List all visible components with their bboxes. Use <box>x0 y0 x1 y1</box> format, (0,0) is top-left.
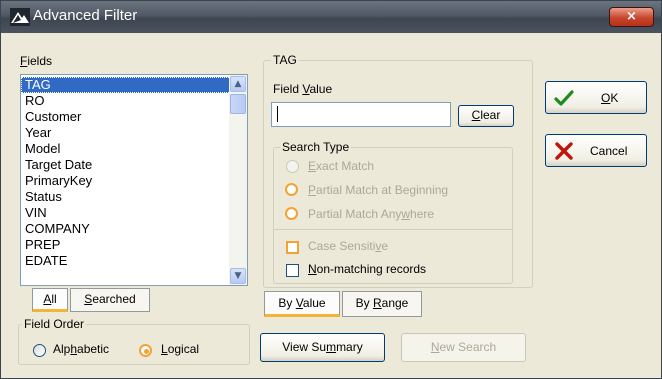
fields-label-text: ields <box>27 54 53 68</box>
exact-match-radio[interactable] <box>286 160 299 173</box>
fields-listbox[interactable]: TAG RO Customer Year Model Target Date Primary… <box>20 74 248 286</box>
partial-begin-post: artial Match at Beginning <box>316 183 449 197</box>
ok-post: K <box>610 91 619 105</box>
advanced-filter-window: Advanced Filter × Fields TAG RO Customer Ye… <box>0 0 662 379</box>
view-summary-pre: View Su <box>282 340 327 354</box>
tab-searched[interactable]: Searched <box>70 288 150 312</box>
field-order-caption: Field Order <box>22 317 87 331</box>
list-item[interactable]: PrimaryKey <box>21 173 231 189</box>
field-value-post: alue <box>309 82 333 96</box>
exact-hotkey: E <box>308 159 317 173</box>
partial-anywhere-label[interactable]: Partial Match Anywhere <box>308 207 434 221</box>
partial-any-hotkey: w <box>401 207 411 221</box>
tab-searched-text: earched <box>92 292 136 306</box>
list-item[interactable]: TAG <box>21 77 231 93</box>
non-hotkey: N <box>308 262 317 276</box>
case-post: e <box>381 239 389 253</box>
alphabetic-pre: Alp <box>53 342 71 356</box>
app-logo-icon <box>10 8 30 26</box>
list-item[interactable]: Year <box>21 125 231 141</box>
scroll-thumb[interactable] <box>230 94 246 114</box>
view-summary-hotkey: m <box>326 340 337 354</box>
by-range-post: ange <box>381 296 409 310</box>
partial-any-pre: Partial Match Any <box>308 207 402 221</box>
exact-post: xact Match <box>316 159 375 173</box>
new-search-post: ew Search <box>439 340 497 354</box>
non-matching-label[interactable]: Non-matching records <box>308 262 426 276</box>
logical-radio[interactable] <box>139 344 152 357</box>
list-item[interactable]: RO <box>21 93 231 109</box>
view-summary-button[interactable]: View Summary <box>260 333 385 362</box>
list-item[interactable]: Model <box>21 141 231 157</box>
checkmark-icon <box>554 90 574 106</box>
partial-beginning-radio[interactable] <box>285 183 298 196</box>
list-item[interactable]: EDATE <box>21 253 231 269</box>
close-icon: × <box>626 9 637 24</box>
scroll-up-button[interactable]: ▲ <box>230 76 246 92</box>
tag-group-caption: TAG <box>271 53 299 67</box>
partial-begin-hotkey: P <box>308 183 317 197</box>
tab-all[interactable]: All <box>32 288 68 312</box>
red-x-icon <box>555 142 573 160</box>
fields-label: Fields <box>20 54 52 68</box>
chevron-down-icon: ▼ <box>234 271 242 281</box>
cancel-label: Cancel <box>590 144 628 158</box>
by-value-hotkey: V <box>295 296 303 310</box>
ok-button[interactable]: OK <box>545 81 647 114</box>
ok-label: OK <box>601 91 618 105</box>
alphabetic-post: abetic <box>77 342 110 356</box>
field-value-label: Field Value <box>273 82 332 96</box>
field-value-input[interactable] <box>271 102 451 127</box>
fields-list: TAG RO Customer Year Model Target Date Primary… <box>21 77 231 269</box>
partial-anywhere-radio[interactable] <box>285 207 298 220</box>
by-range-pre: By <box>355 296 373 310</box>
case-sensitive-label[interactable]: Case Sensitive <box>308 239 388 253</box>
chevron-up-icon: ▲ <box>234 79 242 89</box>
list-item[interactable]: COMPANY <box>21 221 231 237</box>
logical-post: ogical <box>167 342 200 356</box>
clear-post: lear <box>480 108 501 122</box>
title-bar[interactable]: Advanced Filter × <box>1 1 661 33</box>
scroll-down-button[interactable]: ▼ <box>230 268 246 284</box>
by-value-pre: By <box>278 296 296 310</box>
ok-hotkey: O <box>601 91 611 105</box>
case-sensitive-checkbox[interactable] <box>286 241 299 254</box>
text-caret <box>277 106 278 122</box>
alphabetic-radio[interactable] <box>33 344 46 357</box>
logical-hotkey: L <box>161 342 168 356</box>
logical-label[interactable]: Logical <box>161 342 199 356</box>
list-item[interactable]: PREP <box>21 237 231 253</box>
new-search-button[interactable]: New Search <box>401 333 526 362</box>
list-item[interactable]: Customer <box>21 109 231 125</box>
clear-button[interactable]: Clear <box>458 105 514 127</box>
exact-match-label[interactable]: Exact Match <box>308 159 374 173</box>
search-type-separator <box>274 229 512 230</box>
by-range-hotkey: R <box>372 296 382 310</box>
close-button[interactable]: × <box>609 7 654 27</box>
non-matching-checkbox[interactable] <box>286 264 299 277</box>
partial-beginning-label[interactable]: Partial Match at Beginning <box>308 183 448 197</box>
tab-all-text: ll <box>51 292 57 306</box>
non-post: on-matching records <box>316 262 427 276</box>
case-pre: Case Sensiti <box>308 239 376 253</box>
list-item[interactable]: VIN <box>21 205 231 221</box>
view-summary-post: mary <box>336 340 363 354</box>
tab-by-range[interactable]: By Range <box>342 291 422 317</box>
tab-by-value[interactable]: By Value <box>264 291 340 317</box>
fields-scrollbar[interactable]: ▲ ▼ <box>229 75 247 285</box>
list-item[interactable]: Status <box>21 189 231 205</box>
field-value-pre: Field <box>273 82 303 96</box>
list-item[interactable]: Target Date <box>21 157 231 173</box>
partial-any-post: here <box>410 207 435 221</box>
alphabetic-label[interactable]: Alphabetic <box>53 342 109 356</box>
cancel-button[interactable]: Cancel <box>545 134 647 167</box>
search-type-caption: Search Type <box>280 140 352 154</box>
by-value-post: alue <box>302 296 326 310</box>
window-title: Advanced Filter <box>33 7 138 24</box>
